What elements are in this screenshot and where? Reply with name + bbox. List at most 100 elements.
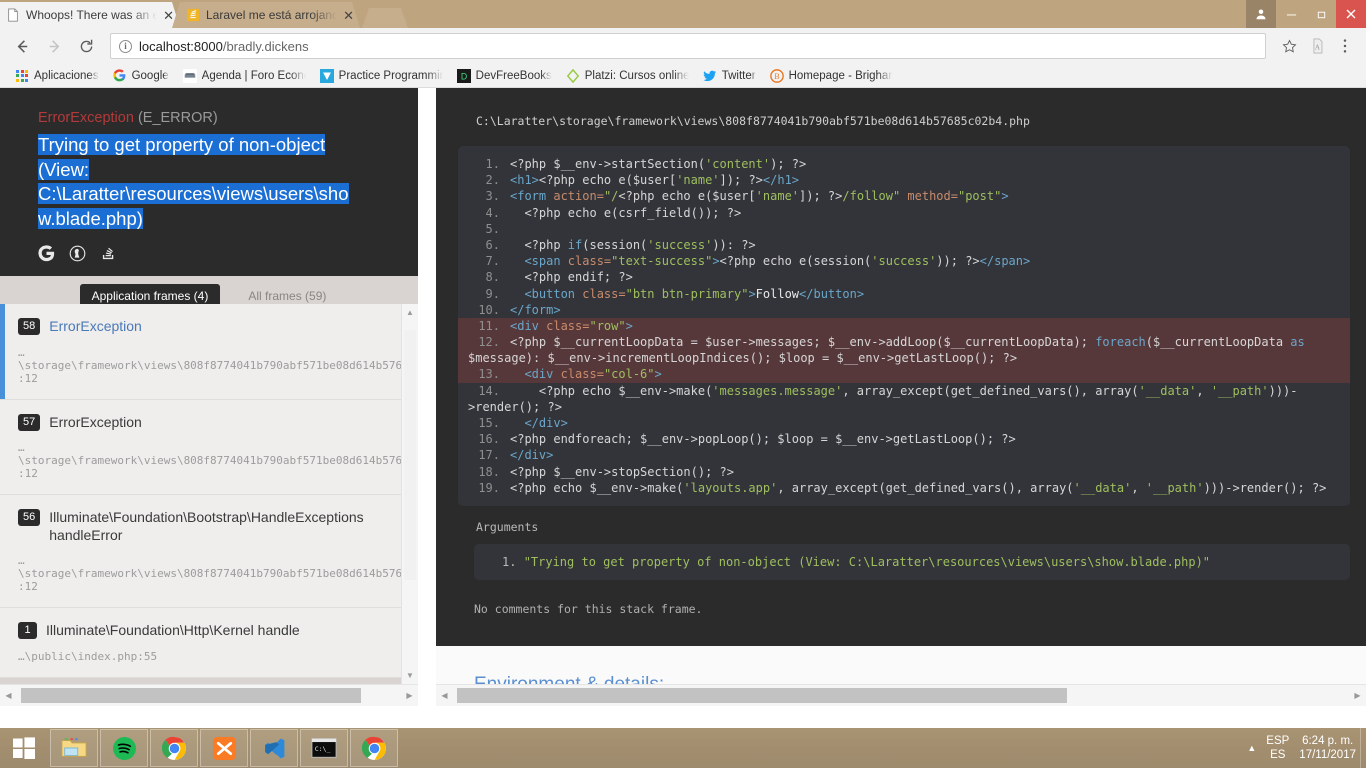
scrollbar-thumb[interactable] xyxy=(21,687,361,703)
language-line-2: ES xyxy=(1270,749,1286,761)
tab-laravel-question[interactable]: Laravel me está arrojando un error ✕ xyxy=(172,2,360,28)
frame-title: 56 Illuminate\Foundation\Bootstrap\Handl… xyxy=(18,509,402,544)
code-token: > xyxy=(654,367,662,382)
pdf-extension-icon[interactable]: A xyxy=(1304,33,1330,59)
back-button[interactable] xyxy=(8,32,36,60)
stack-frame-57[interactable]: 57 ErrorException … \storage\framework\vi… xyxy=(0,399,418,495)
code-line: 2. <h1><?php echo e($user['name']); ?></h… xyxy=(458,172,1350,188)
stack-frames-list[interactable]: 58 ErrorException … \storage\framework\vi… xyxy=(0,304,418,684)
taskbar-spotify[interactable] xyxy=(100,729,148,767)
stackoverflow-icon xyxy=(186,8,200,22)
argument-number: 1. xyxy=(502,554,517,569)
exception-code: (E_ERROR) xyxy=(137,110,218,126)
code-token: <?php $__env->stopSection(); ?> xyxy=(510,464,734,479)
code-lines[interactable]: 1. <?php $__env->startSection('content');… xyxy=(458,146,1350,506)
maximize-button[interactable] xyxy=(1306,0,1336,28)
language-indicator[interactable]: ESP ES xyxy=(1266,734,1289,763)
bookmark-platzi[interactable]: Platzi: Cursos online p xyxy=(559,66,696,86)
code-token: , array_except(get_defined_vars(), array… xyxy=(842,383,1139,398)
scrollbar-thumb[interactable] xyxy=(457,687,1067,703)
show-desktop-button[interactable] xyxy=(1360,728,1366,768)
code-token: 'success' xyxy=(647,237,713,252)
taskbar-cmd[interactable]: C:\_ xyxy=(300,729,348,767)
scrollbar-thumb[interactable] xyxy=(404,330,416,580)
duckduckgo-search-icon[interactable] xyxy=(69,245,86,262)
scroll-right-icon[interactable]: ▶ xyxy=(1349,691,1366,700)
code-token: "text-success" xyxy=(611,254,713,269)
start-button[interactable] xyxy=(0,728,48,768)
code-line: 16. <?php endforeach; $__env->popLoop(); … xyxy=(458,431,1350,447)
bookmark-agenda[interactable]: Agenda | Foro Económ xyxy=(176,66,313,86)
bookmark-star-icon[interactable] xyxy=(1276,33,1302,59)
scrollbar-track[interactable] xyxy=(453,685,1349,707)
stack-frame-1[interactable]: 1 Illuminate\Foundation\Http\Kernel hand… xyxy=(0,608,418,678)
code-token: foreach xyxy=(1095,335,1146,350)
new-tab-button[interactable] xyxy=(362,8,408,28)
close-icon[interactable]: ✕ xyxy=(163,9,174,22)
taskbar-chrome[interactable] xyxy=(150,729,198,767)
user-profile-icon[interactable] xyxy=(1246,0,1276,28)
code-token: "col-6" xyxy=(603,367,655,382)
code-token: <?php echo e(session( xyxy=(719,254,872,269)
code-token: , xyxy=(1131,480,1146,495)
sidebar-vertical-scrollbar[interactable]: ▲ ▼ xyxy=(401,304,418,684)
search-error-icons xyxy=(38,245,396,262)
bookmark-homepage-brigham[interactable]: B Homepage - Brigham xyxy=(763,66,900,86)
frame-path-text: \storage\framework\views\808f8774041b790… xyxy=(18,358,418,372)
close-icon[interactable]: ✕ xyxy=(343,9,354,22)
taskbar-chrome-active[interactable] xyxy=(350,729,398,767)
code-token: <?php endif; ?> xyxy=(510,270,633,285)
frame-path: … \storage\framework\views\808f8774041b79… xyxy=(18,554,418,593)
taskbar-vscode[interactable] xyxy=(250,729,298,767)
code-line: 4. <?php echo e(csrf_field()); ?> xyxy=(458,205,1350,221)
scroll-down-icon[interactable]: ▼ xyxy=(402,667,418,684)
bookmark-devfreebooks[interactable]: D DevFreeBooks xyxy=(450,66,559,86)
code-token: '__path' xyxy=(1145,480,1204,495)
main-horizontal-scrollbar[interactable]: ◀ ▶ xyxy=(436,684,1366,706)
exception-message-line-4: w.blade.php) xyxy=(38,207,143,229)
code-line: 18. <?php $__env->stopSection(); ?> xyxy=(458,464,1350,480)
minimize-button[interactable] xyxy=(1276,0,1306,28)
bookmark-label: Homepage - Brigham xyxy=(788,69,893,82)
bookmark-twitter[interactable]: Twitter xyxy=(696,66,763,86)
code-line-number: 8. xyxy=(485,270,500,285)
address-bar[interactable]: i localhost:8000/bradly.dickens xyxy=(110,33,1266,59)
stack-frame-58[interactable]: 58 ErrorException … \storage\framework\vi… xyxy=(0,304,418,400)
stack-frame-56[interactable]: 56 Illuminate\Foundation\Bootstrap\Handl… xyxy=(0,495,418,608)
show-hidden-icons-icon[interactable]: ▲ xyxy=(1247,743,1256,753)
code-token: method= xyxy=(900,189,958,204)
code-line: 12. <?php $__currentLoopData = $user->mes… xyxy=(458,334,1350,367)
scroll-left-icon[interactable]: ◀ xyxy=(436,691,453,700)
google-search-icon[interactable] xyxy=(38,245,55,262)
windows-taskbar: C:\_ ▲ ESP ES 6:24 p. m. 17/11/2017 xyxy=(0,728,1366,768)
code-token: </span> xyxy=(979,254,1031,269)
code-token: $message): $__env->incrementLoopIndices(… xyxy=(468,351,1018,366)
taskbar-xampp[interactable] xyxy=(200,729,248,767)
clock[interactable]: 6:24 p. m. 17/11/2017 xyxy=(1299,734,1356,763)
site-info-icon[interactable]: i xyxy=(119,39,132,53)
bookmark-practice-programming[interactable]: Practice Programming xyxy=(313,66,450,86)
sidebar-horizontal-scrollbar[interactable]: ◀ ▶ xyxy=(0,684,418,706)
exception-sidebar: ErrorException (E_ERROR) Trying to get p… xyxy=(0,88,418,706)
scrollbar-track[interactable] xyxy=(17,685,401,707)
frame-path-ellipsis: … xyxy=(18,441,25,454)
chrome-menu-icon[interactable] xyxy=(1332,33,1358,59)
code-token: 'layouts.app' xyxy=(683,480,778,495)
code-line: 11. <div class="row"> xyxy=(458,317,1350,335)
frame-title: 57 ErrorException xyxy=(18,413,402,432)
scroll-left-icon[interactable]: ◀ xyxy=(0,691,17,700)
forward-button[interactable] xyxy=(40,32,68,60)
scroll-up-icon[interactable]: ▲ xyxy=(402,304,418,321)
tab-whoops-error[interactable]: Whoops! There was an error. ✕ xyxy=(0,2,180,28)
code-line-number: 2. xyxy=(485,173,500,188)
code-token: <?php $__env->startSection( xyxy=(510,157,706,171)
reload-button[interactable] xyxy=(72,32,100,60)
bookmark-aplicaciones[interactable]: Aplicaciones xyxy=(8,66,106,86)
close-window-button[interactable] xyxy=(1336,0,1366,28)
code-token: > xyxy=(625,318,633,333)
taskbar-file-explorer[interactable] xyxy=(50,729,98,767)
twitter-icon xyxy=(703,69,717,83)
bookmark-google[interactable]: Google xyxy=(106,66,176,86)
stackoverflow-search-icon[interactable] xyxy=(100,245,117,262)
scroll-right-icon[interactable]: ▶ xyxy=(401,691,418,700)
